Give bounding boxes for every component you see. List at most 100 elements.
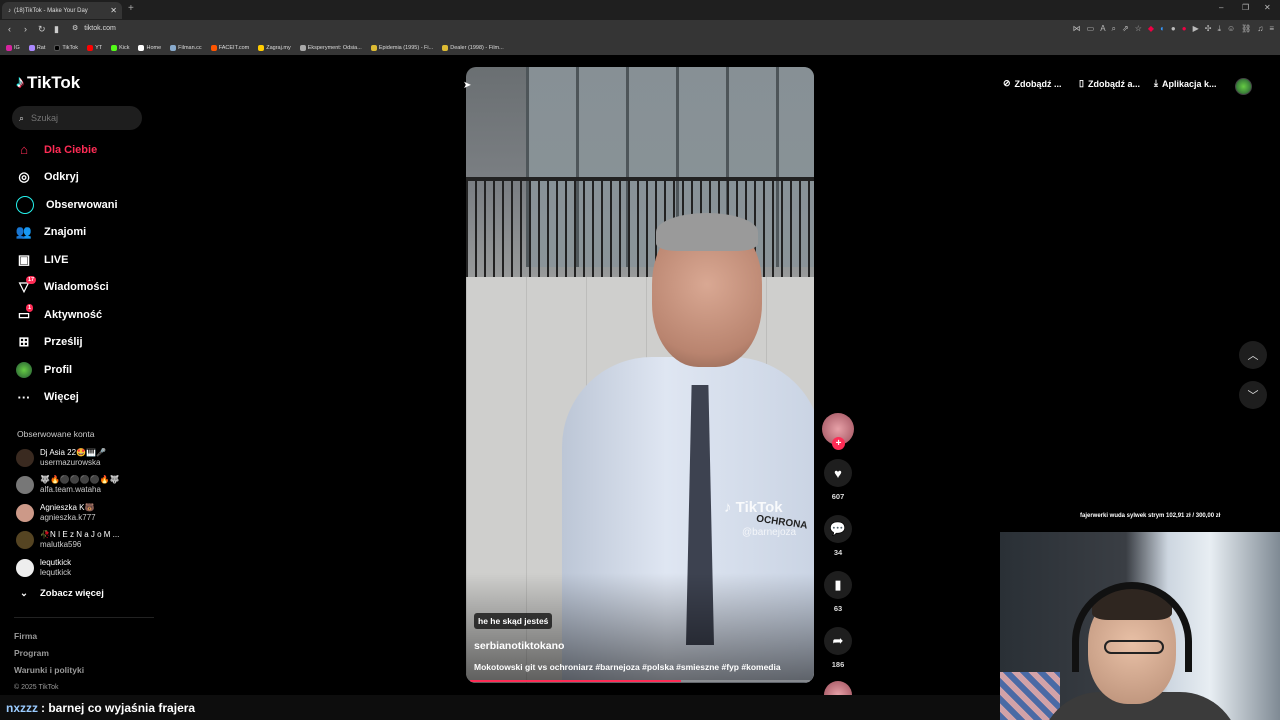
followed-account[interactable]: 🐺🔥⚫⚫⚫⚫🔥🐺 alfa.team.wataha bbox=[16, 472, 156, 500]
minimize-icon[interactable]: – bbox=[1219, 3, 1223, 12]
close-window-icon[interactable]: ✕ bbox=[1264, 3, 1271, 12]
bookmark-item[interactable]: Dealer (1998) - Film... bbox=[442, 44, 504, 51]
nav-item-explore[interactable]: ◎ Odkryj bbox=[14, 164, 154, 192]
user-avatar[interactable] bbox=[1235, 78, 1252, 95]
bookmark-item[interactable]: TikTok bbox=[54, 44, 78, 51]
bookmark-item[interactable]: Rat bbox=[28, 44, 45, 51]
extension-blue-icon[interactable]: ◐ bbox=[1160, 24, 1165, 34]
share-arrow-icon[interactable]: ➦ bbox=[824, 627, 852, 655]
bookmark-item[interactable]: IG bbox=[6, 44, 20, 51]
heart-icon[interactable]: ♥ bbox=[824, 459, 852, 487]
save-action[interactable]: ▮ 63 bbox=[822, 571, 854, 613]
share-icon[interactable]: ⇗ bbox=[1122, 24, 1129, 34]
get-coins-button[interactable]: ⊘ Zdobądź ... bbox=[1003, 78, 1062, 89]
bookmark-item[interactable]: Home bbox=[138, 44, 161, 51]
video-description[interactable]: Mokotowski git vs ochroniarz #barnejoza … bbox=[474, 662, 781, 672]
close-tab-icon[interactable]: ✕ bbox=[110, 6, 117, 15]
menu-icon[interactable]: ≡ bbox=[1269, 24, 1274, 34]
download-icon[interactable]: ⤓ bbox=[1217, 24, 1221, 34]
nav-item-upload[interactable]: ⊞ Prześlij bbox=[14, 329, 154, 357]
site-info-icon[interactable]: ⚙ bbox=[72, 24, 78, 32]
puzzle-icon[interactable]: ✣ bbox=[1205, 24, 1212, 34]
followed-account[interactable]: Dj Asia 22🤩🎹🎤 usermazurowska bbox=[16, 444, 156, 472]
get-app-button[interactable]: ▯ Zdobądź a... bbox=[1079, 78, 1140, 89]
nav-item-friends[interactable]: 👥 Znajomi bbox=[14, 219, 154, 247]
nav-item-messages[interactable]: ▽ 17 Wiadomości bbox=[14, 274, 154, 302]
chevron-up-icon: ︿ bbox=[1247, 350, 1259, 362]
footer-link-company[interactable]: Firma bbox=[14, 628, 84, 645]
creator-avatar[interactable]: + bbox=[822, 413, 854, 450]
video-progress-bar[interactable] bbox=[470, 680, 810, 682]
back-icon[interactable]: ‹ bbox=[8, 24, 11, 34]
account-username: agnieszka.k777 bbox=[40, 512, 96, 522]
desktop-app-button[interactable]: ⤓ Aplikacja k... bbox=[1154, 78, 1217, 89]
nav-item-for-you[interactable]: ⌂ Dla Ciebie bbox=[14, 136, 154, 164]
nav-item-following[interactable]: Obserwowani bbox=[14, 191, 154, 219]
video-player[interactable]: OCHRONA ♪ TikTok @barnejoza he he skąd j… bbox=[466, 67, 814, 683]
bookmark-item[interactable]: Eksperyment: Odsia... bbox=[299, 44, 362, 51]
nav-item-activity[interactable]: ▭ 1 Aktywność bbox=[14, 301, 154, 329]
mouse-cursor-icon: ➤ bbox=[463, 80, 472, 91]
bookmark-item[interactable]: Zagraj.my bbox=[258, 44, 291, 51]
bookmark-item[interactable]: Filman.cc bbox=[170, 44, 202, 51]
bookmark-item[interactable]: Kick bbox=[111, 44, 129, 51]
extension-red-icon[interactable]: ● bbox=[1182, 24, 1187, 34]
share-action[interactable]: ➦ 186 bbox=[822, 627, 854, 669]
see-more-button[interactable]: ⌄ Zobacz więcej bbox=[20, 588, 104, 599]
avatar bbox=[16, 531, 34, 550]
followed-account[interactable]: lequtkick lequtkick bbox=[16, 554, 156, 582]
media-icon[interactable]: ♫ bbox=[1257, 24, 1263, 34]
account-name: 🐺🔥⚫⚫⚫⚫🔥🐺 bbox=[40, 475, 120, 485]
nav-label: Więcej bbox=[44, 391, 79, 404]
comment-icon[interactable]: 💬 bbox=[824, 515, 852, 543]
footer-link-program[interactable]: Program bbox=[14, 645, 84, 662]
translate-icon[interactable]: A bbox=[1100, 24, 1105, 34]
profile-avatar-icon bbox=[16, 361, 32, 378]
brave-shield-icon[interactable]: ◆ bbox=[1148, 24, 1154, 34]
url-field[interactable]: ⚙ tiktok.com bbox=[72, 24, 116, 33]
bookmark-item[interactable]: Epidemia (1995) - Fi... bbox=[370, 44, 433, 51]
follow-plus-icon[interactable]: + bbox=[832, 437, 845, 450]
forward-icon[interactable]: › bbox=[24, 24, 27, 34]
search-box[interactable]: ⌕ bbox=[12, 106, 142, 130]
comment-action[interactable]: 💬 34 bbox=[822, 515, 854, 557]
new-tab-icon[interactable]: + bbox=[128, 3, 134, 14]
download-arrow-icon: ⤓ bbox=[1154, 78, 1158, 88]
search-input[interactable] bbox=[31, 113, 122, 123]
reload-icon[interactable]: ↻ bbox=[38, 24, 46, 35]
nav-item-more[interactable]: ··· Więcej bbox=[14, 384, 154, 412]
watermark-username: @barnejoza bbox=[742, 527, 797, 538]
star-icon[interactable]: ☆ bbox=[1135, 24, 1142, 34]
video-author[interactable]: serbianotiktokano bbox=[474, 640, 564, 652]
extension-icon-3[interactable]: ▶ bbox=[1193, 24, 1199, 34]
save-count: 63 bbox=[833, 604, 843, 613]
extension-icon[interactable]: ⋈ bbox=[1073, 24, 1081, 34]
zoom-icon[interactable]: ⌕ bbox=[1112, 24, 1116, 34]
nav-item-profile[interactable]: Profil bbox=[14, 356, 154, 384]
chat-message: : barnej co wyjaśnia frajera bbox=[41, 700, 196, 715]
link-icon[interactable]: ⛓ bbox=[1241, 24, 1251, 34]
bookmark-item[interactable]: YT bbox=[87, 44, 102, 51]
messages-badge: 17 bbox=[26, 276, 37, 285]
bookmark-save-icon[interactable]: ▮ bbox=[824, 571, 852, 599]
extension-icon-2[interactable]: ● bbox=[1171, 24, 1176, 34]
video-sticker-text: he he skąd jesteś bbox=[474, 613, 553, 629]
like-action[interactable]: ♥ 607 bbox=[822, 459, 854, 501]
tiktok-logo[interactable]: ♪ TikTok bbox=[16, 73, 80, 93]
followed-account[interactable]: 🥀N I E z N a J o M ... malutka596 bbox=[16, 527, 156, 555]
followed-accounts-heading: Obserwowane konta bbox=[17, 429, 95, 439]
previous-video-button[interactable]: ︿ bbox=[1239, 341, 1267, 369]
next-video-button[interactable]: ﹀ bbox=[1239, 381, 1267, 409]
bookmark-icon[interactable]: ▮ bbox=[54, 24, 59, 35]
footer-link-terms[interactable]: Warunki i polityki bbox=[14, 662, 84, 679]
cast-icon[interactable]: ▭ bbox=[1087, 24, 1095, 34]
bookmark-item[interactable]: FACEIT.com bbox=[210, 44, 249, 51]
share-count: 186 bbox=[831, 660, 845, 669]
followed-account[interactable]: Agnieszka K🐻 agnieszka.k777 bbox=[16, 499, 156, 527]
restore-icon[interactable]: ❐ bbox=[1242, 3, 1249, 12]
webcam-blanket bbox=[1000, 672, 1060, 720]
nav-item-live[interactable]: ▣ LIVE bbox=[14, 246, 154, 274]
nav-label: Wiadomości bbox=[44, 281, 109, 294]
profile-icon[interactable]: ☺ bbox=[1227, 24, 1235, 34]
browser-tab[interactable]: ♪ (18)TikTok - Make Your Day ✕ bbox=[2, 2, 122, 19]
